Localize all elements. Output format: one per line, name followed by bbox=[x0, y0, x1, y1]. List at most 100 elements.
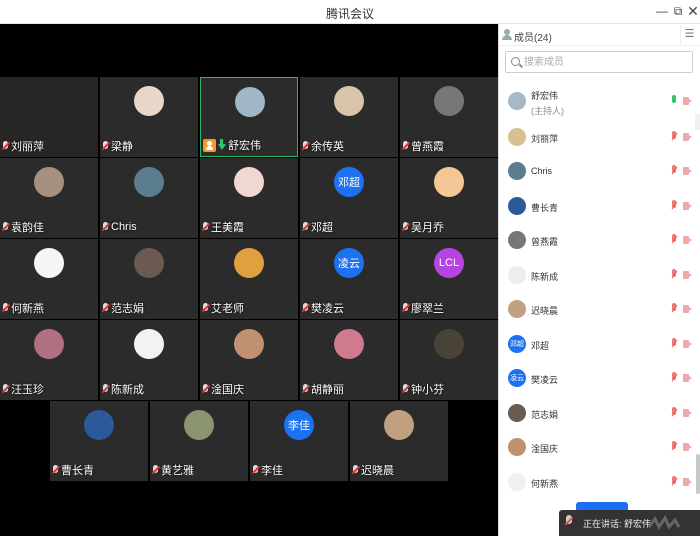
member-name: 曹长青 bbox=[531, 202, 559, 213]
mic-muted-icon[interactable] bbox=[670, 199, 678, 212]
mic-on-icon[interactable] bbox=[670, 95, 678, 107]
video-tile[interactable]: 范志娟 bbox=[100, 239, 198, 319]
video-tile[interactable]: Chris bbox=[100, 158, 198, 238]
participant-name: 廖翠兰 bbox=[411, 303, 444, 315]
video-tile[interactable]: 刘丽萍 bbox=[0, 77, 98, 157]
camera-off-icon[interactable] bbox=[683, 270, 692, 279]
participant-name: 迟晓晨 bbox=[361, 465, 394, 477]
avatar bbox=[34, 248, 64, 278]
panel-collapse-handle[interactable] bbox=[695, 114, 700, 130]
avatar bbox=[134, 329, 164, 359]
action-button[interactable] bbox=[576, 502, 628, 510]
video-tile[interactable]: 何新燕 bbox=[0, 239, 98, 319]
mic-muted-icon[interactable] bbox=[670, 268, 678, 281]
minimize-icon[interactable]: — bbox=[654, 3, 670, 19]
avatar: 邓超 bbox=[334, 167, 364, 197]
member-avatar bbox=[508, 265, 526, 284]
mic-muted-icon bbox=[2, 383, 9, 395]
video-tile[interactable]: 曹长青 bbox=[50, 401, 148, 481]
mic-muted-icon bbox=[302, 302, 309, 314]
member-avatar-initials: 凌云 bbox=[510, 375, 524, 382]
video-tile[interactable]: 凌云 樊凌云 bbox=[300, 239, 398, 319]
video-tile[interactable]: 汪玉珍 bbox=[0, 320, 98, 400]
member-row[interactable]: 何新燕 bbox=[499, 466, 693, 500]
camera-off-icon[interactable] bbox=[683, 374, 692, 382]
participant-name: 樊凌云 bbox=[311, 303, 344, 315]
participant-name: 王美霞 bbox=[211, 222, 244, 234]
mic-muted-icon bbox=[202, 383, 209, 395]
mic-muted-icon[interactable] bbox=[670, 234, 678, 246]
mic-muted-icon[interactable] bbox=[670, 130, 678, 143]
camera-off-icon[interactable] bbox=[683, 236, 692, 244]
video-tile[interactable]: 余传英 bbox=[300, 77, 398, 157]
video-tile[interactable]: 胡静丽 bbox=[300, 320, 398, 400]
member-row[interactable]: 曾燕霞 bbox=[499, 224, 693, 258]
member-name: 樊凌云 bbox=[531, 375, 559, 385]
mic-muted-icon[interactable] bbox=[670, 475, 678, 488]
member-row[interactable]: 邓超 邓超 bbox=[499, 328, 693, 362]
participant-nameplate: 王美霞 bbox=[202, 219, 244, 235]
avatar bbox=[134, 86, 164, 116]
video-tile[interactable]: LCL 廖翠兰 bbox=[400, 239, 498, 319]
member-avatar bbox=[508, 92, 526, 110]
menu-icon[interactable]: ☰ bbox=[680, 25, 698, 44]
participant-name: Chris bbox=[111, 221, 137, 233]
video-tile[interactable]: 李佳 李佳 bbox=[250, 401, 348, 481]
video-tile[interactable]: 吴月乔 bbox=[400, 158, 498, 238]
camera-off-icon[interactable] bbox=[683, 443, 692, 451]
mic-muted-icon[interactable] bbox=[670, 441, 678, 453]
participant-name: 艾老师 bbox=[211, 303, 244, 315]
mic-muted-icon bbox=[2, 140, 9, 152]
member-row[interactable]: Chris bbox=[499, 155, 693, 189]
camera-off-icon[interactable] bbox=[683, 201, 692, 210]
member-avatar bbox=[508, 127, 526, 146]
mic-muted-icon[interactable] bbox=[670, 372, 678, 384]
camera-off-icon[interactable] bbox=[683, 477, 692, 486]
member-row[interactable]: 凌云 樊凌云 bbox=[499, 362, 693, 396]
camera-off-icon[interactable] bbox=[683, 97, 692, 105]
video-tile[interactable]: 迟晓晨 bbox=[350, 401, 448, 481]
video-tile[interactable]: 黄艺雅 bbox=[150, 401, 248, 481]
camera-off-icon[interactable] bbox=[683, 132, 692, 141]
camera-off-icon[interactable] bbox=[683, 167, 692, 175]
mic-muted-icon[interactable] bbox=[670, 165, 678, 177]
member-row[interactable]: 淦国庆 bbox=[499, 431, 693, 465]
member-row[interactable]: 范志娟 bbox=[499, 397, 693, 431]
participant-nameplate: 何新燕 bbox=[2, 300, 44, 316]
member-row[interactable]: 陈新成 bbox=[499, 259, 693, 293]
member-row[interactable]: 曹长青 bbox=[499, 190, 693, 224]
camera-off-icon[interactable] bbox=[683, 305, 692, 313]
avatar bbox=[234, 167, 264, 197]
video-tile[interactable]: 王美霞 bbox=[200, 158, 298, 238]
video-tile[interactable]: 陈新成 bbox=[100, 320, 198, 400]
video-tile[interactable]: 邓超 邓超 bbox=[300, 158, 398, 238]
members-count-label: 成员(24) bbox=[514, 33, 552, 44]
mic-muted-icon[interactable] bbox=[670, 337, 678, 350]
participant-nameplate: 迟晓晨 bbox=[352, 462, 394, 478]
video-tile[interactable]: 钟小芬 bbox=[400, 320, 498, 400]
close-icon[interactable]: ✕ bbox=[685, 3, 700, 19]
video-tile[interactable]: 曾燕霞 bbox=[400, 77, 498, 157]
member-row[interactable]: 迟晓晨 bbox=[499, 293, 693, 327]
member-search-input[interactable] bbox=[524, 54, 684, 70]
participant-nameplate: 曾燕霞 bbox=[402, 138, 444, 154]
video-tile[interactable]: 淦国庆 bbox=[200, 320, 298, 400]
mic-muted-icon[interactable] bbox=[670, 303, 678, 315]
mic-muted-icon bbox=[252, 464, 259, 476]
camera-off-icon[interactable] bbox=[683, 339, 692, 348]
search-icon bbox=[511, 57, 520, 66]
member-search-box[interactable] bbox=[505, 51, 693, 73]
member-name: 淦国庆 bbox=[531, 444, 559, 454]
mic-muted-icon[interactable] bbox=[670, 406, 678, 419]
video-tile[interactable]: 袁韵佳 bbox=[0, 158, 98, 238]
video-grid: 刘丽萍 梁静 舒宏伟 余传英 曾燕霞袁韵佳 Chris 王美霞 邓超 邓超 吴月乔何新燕 范志娟 艾老… bbox=[0, 24, 498, 536]
video-tile[interactable]: 舒宏伟 bbox=[200, 77, 298, 157]
camera-off-icon[interactable] bbox=[683, 408, 692, 417]
member-row[interactable]: 舒宏伟 (主持人) bbox=[499, 85, 693, 119]
member-row[interactable]: 刘丽萍 bbox=[499, 121, 693, 155]
member-list-scrollbar[interactable] bbox=[696, 454, 700, 494]
video-tile[interactable]: 艾老师 bbox=[200, 239, 298, 319]
participant-nameplate: 范志娟 bbox=[102, 300, 144, 316]
restore-icon[interactable]: ⧉ bbox=[670, 3, 686, 19]
video-tile[interactable]: 梁静 bbox=[100, 77, 198, 157]
